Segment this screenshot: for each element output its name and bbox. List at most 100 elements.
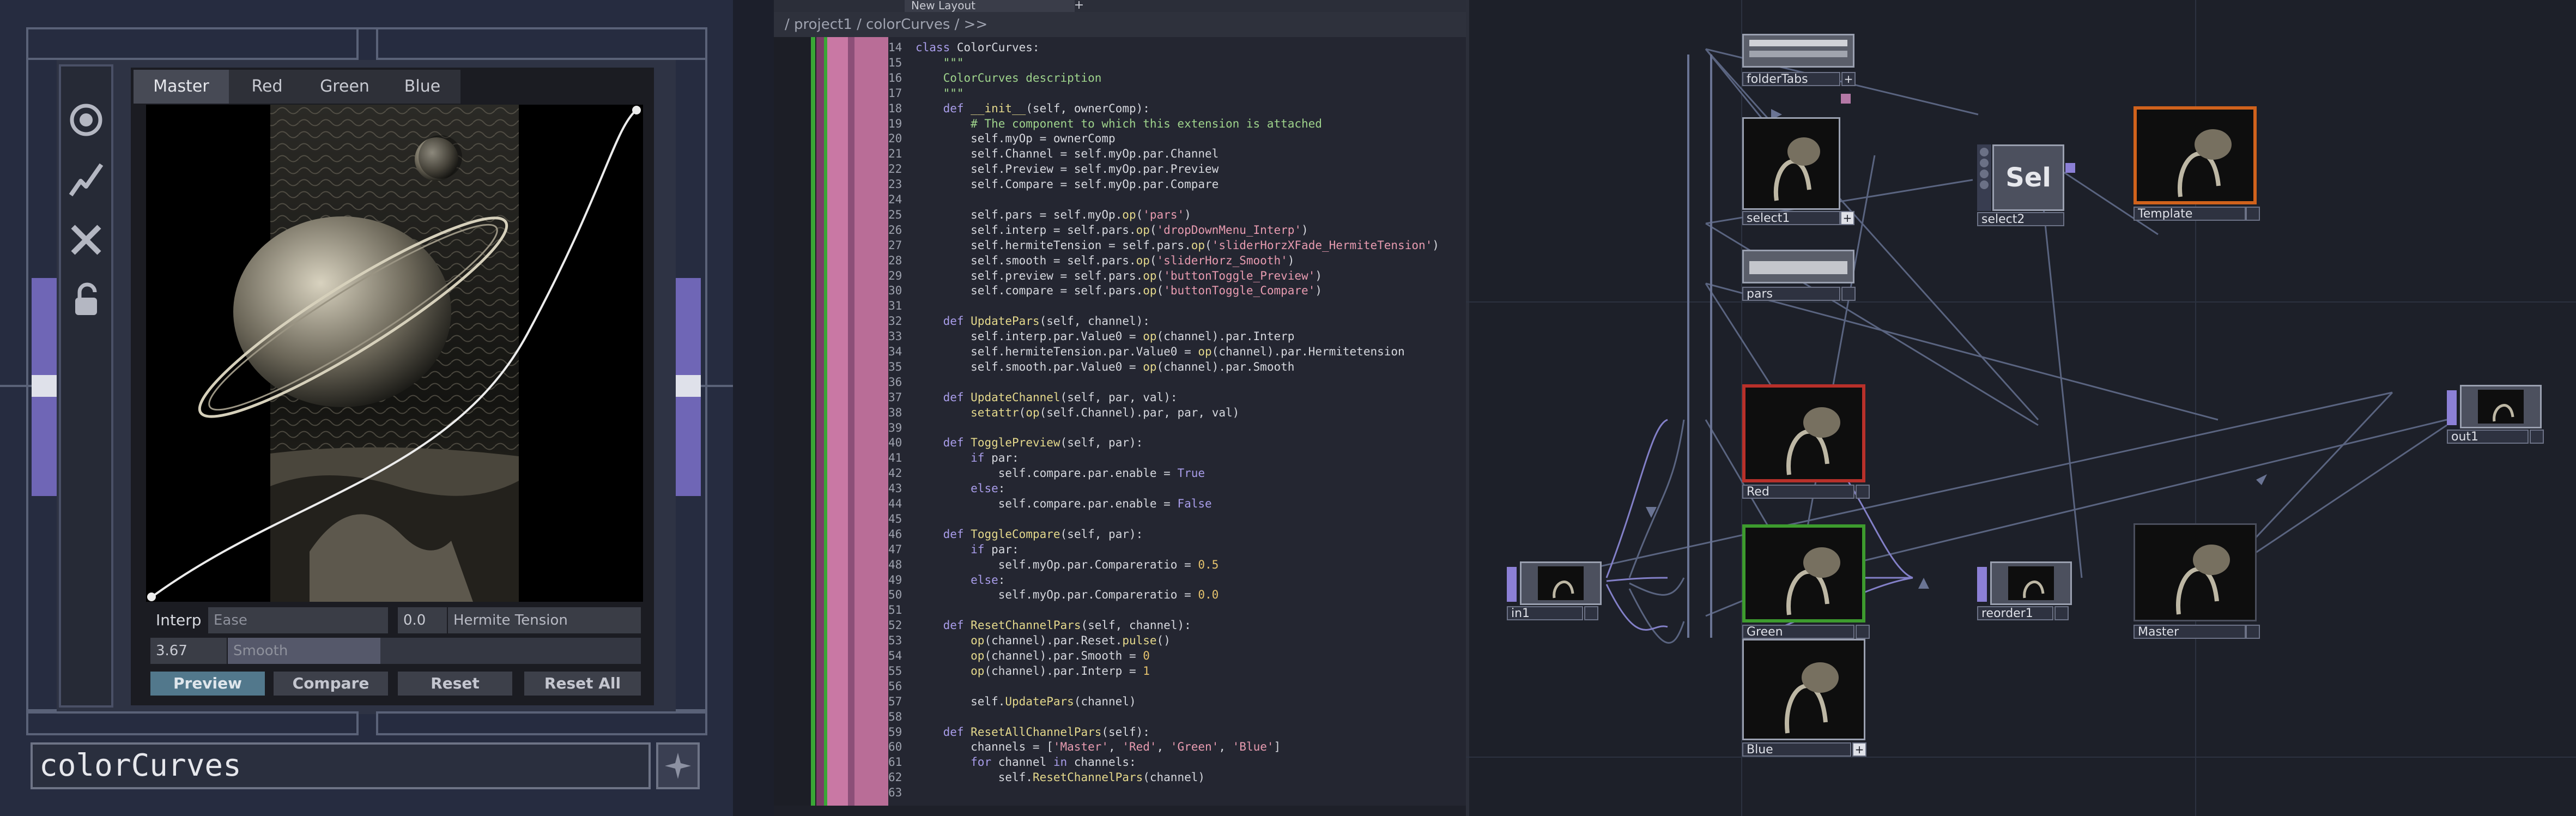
node-flag-in1[interactable] bbox=[1584, 606, 1598, 620]
code-line[interactable]: 49 else: bbox=[888, 573, 1005, 588]
viewer-toggle-button[interactable] bbox=[63, 93, 109, 147]
smooth-slider-track[interactable] bbox=[380, 638, 641, 664]
tab-red[interactable]: Red bbox=[229, 70, 305, 104]
code-line[interactable]: 63 bbox=[888, 785, 916, 801]
code-line[interactable]: 40 def TogglePreview(self, par): bbox=[888, 436, 1143, 451]
smooth-slider[interactable]: Smooth bbox=[228, 638, 380, 664]
node-master[interactable]: Master bbox=[2133, 523, 2260, 643]
curve-point-end[interactable] bbox=[632, 106, 641, 114]
output-connector-knob[interactable] bbox=[676, 375, 701, 397]
code-line[interactable]: 19 # The component to which this extensi… bbox=[888, 117, 1322, 132]
node-select2[interactable]: Sel select2 bbox=[1977, 144, 2081, 226]
code-line[interactable]: 56 bbox=[888, 679, 916, 694]
code-line[interactable]: 44 self.compare.par.enable = False bbox=[888, 497, 1212, 512]
code-line[interactable]: 32 def UpdatePars(self, channel): bbox=[888, 314, 1150, 329]
code-line[interactable]: 27 self.hermiteTension = self.pars.op('s… bbox=[888, 238, 1439, 253]
node-flag-master[interactable] bbox=[2246, 625, 2260, 639]
graph-mode-button[interactable] bbox=[63, 153, 109, 207]
code-line[interactable]: 26 self.interp = self.pars.op('dropDownM… bbox=[888, 223, 1308, 238]
node-template[interactable]: Template bbox=[2133, 106, 2260, 226]
code-line[interactable]: 45 bbox=[888, 512, 916, 527]
node-in1[interactable]: in1 bbox=[1507, 561, 1610, 621]
tab-new-layout[interactable]: New Layout bbox=[905, 0, 1075, 12]
code-line[interactable]: 53 op(channel).par.Reset.pulse() bbox=[888, 633, 1171, 649]
preview-button[interactable]: Preview bbox=[150, 672, 265, 696]
code-line[interactable]: 47 if par: bbox=[888, 542, 1019, 558]
node-folderTabs[interactable]: folderTabs + bbox=[1742, 34, 1856, 88]
smooth-value[interactable]: 3.67 bbox=[150, 638, 227, 664]
code-line[interactable]: 28 self.smooth = self.pars.op('sliderHor… bbox=[888, 253, 1294, 269]
hermite-tension-slider[interactable]: Hermite Tension bbox=[448, 607, 641, 633]
code-line[interactable]: 30 self.compare = self.pars.op('buttonTo… bbox=[888, 283, 1322, 299]
lock-button[interactable] bbox=[63, 273, 109, 327]
code-line[interactable]: 25 self.pars = self.myOp.op('pars') bbox=[888, 208, 1191, 223]
node-flag-out1[interactable] bbox=[2530, 430, 2544, 444]
code-line[interactable]: 59 def ResetAllChannelPars(self): bbox=[888, 725, 1150, 740]
input-connector-knob[interactable] bbox=[32, 375, 57, 397]
add-tab-button[interactable]: + bbox=[1068, 0, 1090, 12]
code-line[interactable]: 58 bbox=[888, 710, 916, 725]
tab-master[interactable]: Master bbox=[134, 70, 229, 104]
connector-in1-side[interactable] bbox=[1507, 567, 1517, 602]
node-flag-blue[interactable]: + bbox=[1852, 742, 1866, 757]
component-name-field[interactable]: colorCurves bbox=[31, 742, 651, 789]
node-flag-green[interactable] bbox=[1856, 625, 1870, 639]
code-line[interactable]: 20 self.myOp = ownerComp bbox=[888, 131, 1116, 147]
code-line[interactable]: 57 self.UpdatePars(channel) bbox=[888, 694, 1136, 710]
code-line[interactable]: 43 else: bbox=[888, 481, 1005, 497]
code-line[interactable]: 46 def ToggleCompare(self, par): bbox=[888, 527, 1143, 542]
code-line[interactable]: 50 self.myOp.par.Compareratio = 0.0 bbox=[888, 588, 1219, 603]
code-line[interactable]: 18 def __init__(self, ownerComp): bbox=[888, 101, 1150, 117]
node-flag-reorder1[interactable] bbox=[2054, 606, 2069, 620]
code-line[interactable]: 14 class ColorCurves: bbox=[888, 40, 1040, 56]
code-line[interactable]: 52 def ResetChannelPars(self, channel): bbox=[888, 618, 1191, 633]
code-line[interactable]: 22 self.Preview = self.myOp.par.Preview bbox=[888, 162, 1219, 177]
hermite-tension-value[interactable]: 0.0 bbox=[398, 607, 447, 633]
code-line[interactable]: 48 self.myOp.par.Compareratio = 0.5 bbox=[888, 558, 1219, 573]
code-line[interactable]: 31 bbox=[888, 299, 916, 314]
code-line[interactable]: 39 bbox=[888, 421, 916, 436]
connector-folderTabs-out[interactable] bbox=[1841, 94, 1851, 104]
code-line[interactable]: 21 self.Channel = self.myOp.par.Channel bbox=[888, 147, 1219, 162]
code-line[interactable]: 42 self.compare.par.enable = True bbox=[888, 466, 1205, 481]
tab-blue[interactable]: Blue bbox=[384, 70, 460, 104]
code-line[interactable]: 37 def UpdateChannel(self, par, val): bbox=[888, 390, 1177, 406]
node-red[interactable]: Red bbox=[1742, 384, 1871, 504]
select2-side-toolbar[interactable] bbox=[1977, 144, 1991, 211]
code-line[interactable]: 35 self.smooth.par.Value0 = op(channel).… bbox=[888, 360, 1294, 375]
code-line[interactable]: 38 setattr(op(self.Channel).par, par, va… bbox=[888, 406, 1239, 421]
node-green[interactable]: Green bbox=[1742, 524, 1871, 644]
code-line[interactable]: 34 self.hermiteTension.par.Value0 = op(c… bbox=[888, 344, 1405, 360]
connector-out1-side[interactable] bbox=[2447, 390, 2457, 425]
reset-button[interactable]: Reset bbox=[398, 672, 512, 696]
code-line[interactable]: 16 ColorCurves description bbox=[888, 71, 1101, 86]
connector-select2-out[interactable] bbox=[2065, 163, 2075, 173]
code-line[interactable]: 33 self.interp.par.Value0 = op(channel).… bbox=[888, 329, 1294, 344]
code-line[interactable]: 23 self.Compare = self.myOp.par.Compare bbox=[888, 177, 1219, 192]
breadcrumb-path[interactable]: / project1 / colorCurves / >> bbox=[774, 16, 987, 33]
node-out1[interactable]: out1 bbox=[2447, 385, 2561, 445]
code-line[interactable]: 41 if par: bbox=[888, 451, 1019, 466]
code-line[interactable]: 54 op(channel).par.Smooth = 0 bbox=[888, 649, 1150, 664]
code-line[interactable]: 24 bbox=[888, 192, 916, 208]
node-flag-pars[interactable] bbox=[1841, 287, 1856, 301]
code-line[interactable]: 60 channels = ['Master', 'Red', 'Green',… bbox=[888, 740, 1281, 755]
node-flag-red[interactable] bbox=[1856, 485, 1870, 499]
node-flag-template[interactable] bbox=[2246, 207, 2260, 221]
code-line[interactable]: 61 for channel in channels: bbox=[888, 755, 1136, 770]
code-line[interactable]: 17 """ bbox=[888, 86, 964, 101]
node-blue[interactable]: Blue + bbox=[1742, 639, 1871, 759]
viewer-active-button[interactable] bbox=[656, 742, 700, 789]
node-flag-folderTabs[interactable]: + bbox=[1841, 72, 1856, 86]
interp-dropdown[interactable]: Ease bbox=[208, 607, 388, 633]
code-line[interactable]: 15 """ bbox=[888, 56, 964, 71]
node-reorder1[interactable]: reorder1 bbox=[1977, 561, 2081, 621]
code-line[interactable]: 36 bbox=[888, 375, 916, 390]
compare-button[interactable]: Compare bbox=[274, 672, 388, 696]
connector-reorder1-side[interactable] bbox=[1977, 567, 1987, 602]
tab-green[interactable]: Green bbox=[305, 70, 384, 104]
close-button[interactable] bbox=[63, 213, 109, 267]
node-select1[interactable]: select1 + bbox=[1742, 117, 1854, 226]
code-line[interactable]: 29 self.preview = self.pars.op('buttonTo… bbox=[888, 269, 1322, 284]
curve-editor-canvas[interactable] bbox=[146, 105, 643, 602]
